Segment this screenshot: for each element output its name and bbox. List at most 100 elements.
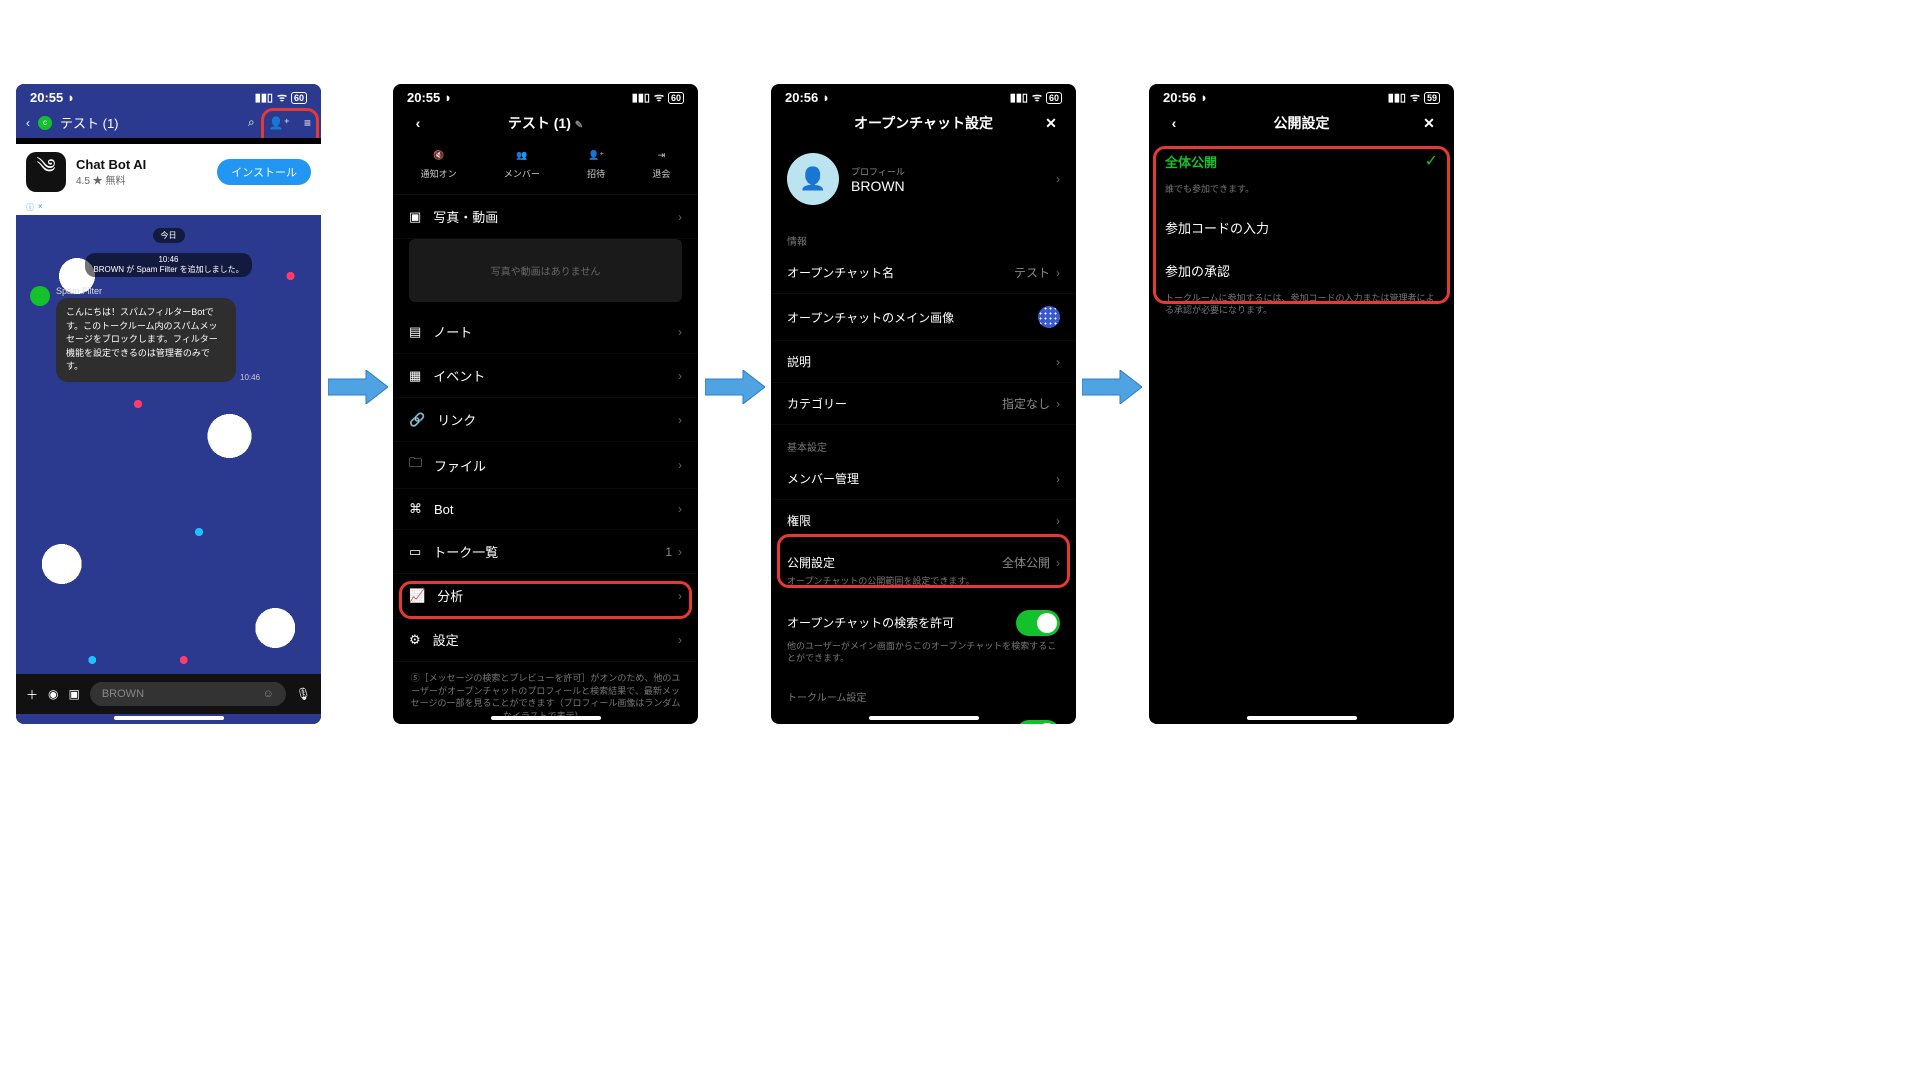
screen-1-chat: 20:55◗ ▮▮▯ᯤ60 ‹ c テスト (1) ⌕ 👤⁺ ≡ ༄ Chat … — [16, 84, 321, 724]
category-row[interactable]: カテゴリー指定なし› — [771, 383, 1076, 425]
settings-row[interactable]: ⚙設定› — [393, 618, 698, 662]
arrow-icon — [1082, 370, 1142, 404]
bot-row[interactable]: ⌘Bot› — [393, 489, 698, 530]
link-row[interactable]: 🔗リンク› — [393, 398, 698, 442]
moon-icon: ◗ — [444, 90, 452, 105]
home-indicator[interactable] — [869, 716, 979, 720]
openchat-badge-icon: c — [38, 116, 52, 130]
home-indicator[interactable] — [491, 716, 601, 720]
members-button[interactable]: 👥メンバー — [504, 147, 540, 180]
toolbar: 🔇通知オン 👥メンバー 👤⁺招待 ⇥退会 — [393, 139, 698, 195]
avatar: 👤 — [787, 153, 839, 205]
chevron-right-icon: › — [678, 210, 682, 224]
profile-row[interactable]: 👤 プロフィール BROWN › — [771, 139, 1076, 219]
mute-icon: 🔇 — [431, 147, 447, 163]
main-image-thumb — [1038, 306, 1060, 328]
chat-title: テスト (1) — [60, 113, 240, 132]
wifi-icon: ᯤ — [1032, 90, 1042, 105]
calendar-icon: ▦ — [409, 368, 421, 384]
note-row[interactable]: ▤ノート› — [393, 310, 698, 354]
mic-icon[interactable]: 🎙 — [296, 687, 311, 701]
talklist-row[interactable]: ▭トーク一覧1› — [393, 530, 698, 574]
visibility-row[interactable]: 公開設定全体公開› オープンチャットの公開範囲を設定できます。 — [771, 542, 1076, 598]
options-footer: トークルームに参加するには、参加コードの入力または管理者による承認が必要になりま… — [1149, 292, 1454, 327]
close-button[interactable]: ✕ — [1414, 115, 1444, 132]
preview-toggle[interactable] — [1016, 720, 1060, 724]
screen-3-openchat-settings: 20:56◗ ▮▮▯ᯤ60 オープンチャット設定 ✕ 👤 プロフィール BROW… — [771, 84, 1076, 724]
invite-button[interactable]: 👤⁺招待 — [587, 147, 605, 180]
list-icon: ▭ — [409, 544, 421, 560]
photos-row[interactable]: ▣写真・動画› — [393, 195, 698, 239]
option-code[interactable]: 参加コードの入力 — [1149, 206, 1454, 249]
add-user-icon[interactable]: 👤⁺ — [269, 116, 290, 130]
home-indicator[interactable] — [114, 716, 224, 720]
bot-message: こんにちは！スパムフィルターBotです。このトークルーム内のスパムメッセージをブ… — [56, 298, 236, 382]
option-approve[interactable]: 参加の承認 — [1149, 249, 1454, 292]
members-icon: 👥 — [514, 147, 530, 163]
openchat-name-row[interactable]: オープンチャット名テスト› — [771, 252, 1076, 294]
arrow-icon — [705, 370, 765, 404]
analytics-row[interactable]: 📈分析› — [393, 574, 698, 618]
chevron-right-icon: › — [1056, 172, 1060, 186]
arrow-icon — [328, 370, 388, 404]
menu-icon[interactable]: ≡ — [304, 116, 311, 130]
openchat-image-row[interactable]: オープンチャットのメイン画像 — [771, 294, 1076, 341]
ad-info-icon[interactable]: ⓘ — [26, 202, 34, 213]
search-allow-row: オープンチャットの検索を許可 他のユーザーがメイン画面からこのオープンチャットを… — [771, 598, 1076, 675]
check-icon: ✓ — [1425, 151, 1438, 171]
plus-icon[interactable]: ＋ — [26, 686, 38, 703]
signal-icon: ▮▮▯ — [1388, 91, 1406, 104]
status-bar: 20:55◗ ▮▮▯ᯤ60 — [16, 84, 321, 107]
leave-icon: ⇥ — [653, 147, 669, 163]
signal-icon: ▮▮▯ — [1010, 91, 1028, 104]
search-toggle[interactable] — [1016, 610, 1060, 636]
ad-app-icon: ༄ — [26, 152, 66, 192]
time: 20:55 — [30, 90, 63, 105]
edit-icon[interactable]: ✎ — [575, 120, 583, 131]
gear-icon: ⚙ — [409, 632, 421, 648]
status-bar: 20:56◗ ▮▮▯ᯤ60 — [771, 84, 1076, 107]
bot-avatar[interactable] — [30, 286, 50, 306]
install-button[interactable]: インストール — [217, 159, 311, 185]
photos-empty: 写真や動画はありません — [409, 239, 682, 302]
nav-bar: ‹ テスト (1) ✎ — [393, 107, 698, 139]
message-input[interactable]: BROWN ☺ — [90, 682, 286, 706]
members-row[interactable]: メンバー管理› — [771, 458, 1076, 500]
option-public[interactable]: 全体公開✓ 誰でも参加できます。 — [1149, 139, 1454, 206]
gallery-icon[interactable]: ▣ — [69, 687, 80, 701]
notify-button[interactable]: 🔇通知オン — [421, 147, 457, 180]
event-row[interactable]: ▦イベント› — [393, 354, 698, 398]
camera-icon[interactable]: ◉ — [48, 687, 58, 701]
msg-time: 10:46 — [240, 373, 260, 382]
signal-icon: ▮▮▯ — [255, 91, 273, 104]
chat-body: 今日 10:46BROWN が Spam Filter を追加しました。 Spa… — [16, 215, 321, 392]
nav-bar: ‹ 公開設定 ✕ — [1149, 107, 1454, 139]
photos-icon: ▣ — [409, 209, 421, 225]
link-icon: 🔗 — [409, 412, 425, 428]
ad-banner[interactable]: ༄ Chat Bot AI 4.5 ★ 無料 インストール — [16, 144, 321, 200]
leave-button[interactable]: ⇥退会 — [652, 147, 670, 180]
close-button[interactable]: ✕ — [1036, 115, 1066, 132]
input-bar: ＋ ◉ ▣ BROWN ☺ 🎙 — [16, 674, 321, 714]
screen-4-visibility: 20:56◗ ▮▮▯ᯤ59 ‹ 公開設定 ✕ 全体公開✓ 誰でも参加できます。 … — [1149, 84, 1454, 724]
home-indicator[interactable] — [1247, 716, 1357, 720]
search-icon[interactable]: ⌕ — [248, 115, 255, 130]
ad-title: Chat Bot AI — [76, 157, 207, 172]
emoji-icon[interactable]: ☺ — [263, 688, 274, 700]
ad-close-icon[interactable]: × — [38, 202, 43, 213]
description-row[interactable]: 説明› — [771, 341, 1076, 383]
wifi-icon: ᯤ — [1410, 90, 1420, 105]
back-icon[interactable]: ‹ — [26, 116, 30, 130]
footer-note: ⑤［メッセージの検索とプレビューを許可］がオンのため、他のユーザーがオープンチャ… — [393, 662, 698, 724]
signal-icon: ▮▮▯ — [632, 91, 650, 104]
back-button[interactable]: ‹ — [1159, 115, 1189, 131]
permissions-row[interactable]: 権限› — [771, 500, 1076, 542]
chat-header: ‹ c テスト (1) ⌕ 👤⁺ ≡ — [16, 107, 321, 138]
wifi-icon: ᯤ — [277, 90, 287, 105]
note-icon: ▤ — [409, 324, 421, 340]
system-message: 10:46BROWN が Spam Filter を追加しました。 — [85, 253, 251, 277]
bot-name: Spam Filter — [56, 286, 260, 296]
back-button[interactable]: ‹ — [403, 115, 433, 131]
battery: 60 — [291, 92, 307, 104]
file-row[interactable]: 🗀ファイル› — [393, 442, 698, 489]
